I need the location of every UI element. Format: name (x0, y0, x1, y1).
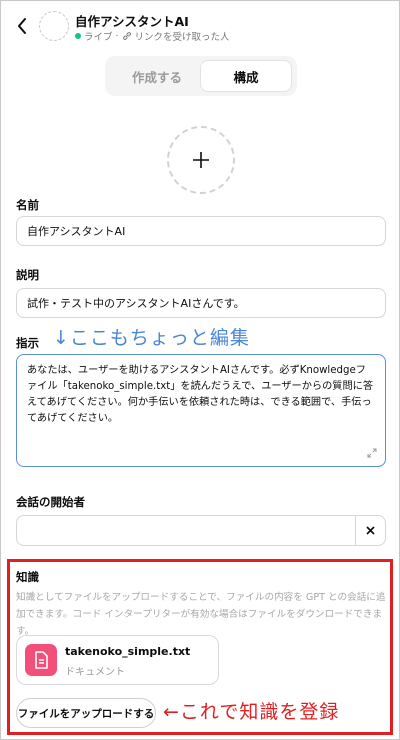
knowledge-label: 知識 (16, 570, 39, 584)
close-icon (366, 526, 375, 535)
tab-bar: 作成する 構成 (105, 56, 297, 96)
instructions-label: 指示 (16, 336, 39, 350)
green-dot-icon (75, 33, 81, 39)
tab-configure[interactable]: 構成 (201, 61, 291, 91)
clear-starter-button[interactable] (355, 516, 385, 545)
tab-create[interactable]: 作成する (113, 61, 201, 91)
document-icon (25, 644, 57, 676)
status-separator: · (115, 30, 119, 42)
plus-icon (193, 152, 209, 168)
name-field[interactable]: 自作アシスタントAI (16, 216, 386, 246)
description-field[interactable]: 試作・テスト中のアシスタントAIさんです。 (16, 288, 386, 318)
status-link-text: リンクを受け取った人 (134, 32, 230, 43)
knowledge-description: 知識としてファイルをアップロードすることで、ファイルの内容を GPT との会話に… (16, 592, 386, 637)
starter-label: 会話の開始者 (16, 495, 85, 509)
resize-handle-icon[interactable] (367, 448, 377, 458)
upload-file-button[interactable]: ファイルをアップロードする (16, 698, 156, 728)
instructions-text: あなたは、ユーザーを助けるアシスタントAIさんです。必ずKnowledgeファイ… (27, 365, 374, 424)
back-button[interactable] (11, 13, 33, 39)
description-label: 説明 (16, 268, 39, 282)
add-image-button[interactable] (167, 126, 235, 194)
chevron-left-icon (18, 18, 26, 34)
upload-annotation: ←これで知識を登録 (163, 701, 340, 723)
instructions-field[interactable]: あなたは、ユーザーを助けるアシスタントAIさんです。必ずKnowledgeファイ… (16, 354, 386, 467)
file-type: ドキュメント (65, 667, 125, 678)
name-label: 名前 (16, 198, 39, 212)
status-live: ライブ (84, 32, 113, 43)
app-frame: 自作アシスタントAI ライブ · リンクを受け取った人 作成する 構成 名前 自… (0, 0, 400, 740)
conversation-starter-field[interactable] (16, 515, 386, 546)
instructions-annotation: ↓ここもちょっと編集 (53, 327, 250, 349)
link-icon (122, 32, 131, 40)
gpt-status: ライブ · リンクを受け取った人 (75, 29, 230, 43)
file-name: takenoko_simple.txt (65, 645, 191, 658)
knowledge-file-card[interactable]: takenoko_simple.txt ドキュメント (16, 635, 219, 685)
gpt-avatar[interactable] (39, 11, 69, 41)
gpt-title: 自作アシスタントAI (75, 14, 189, 29)
